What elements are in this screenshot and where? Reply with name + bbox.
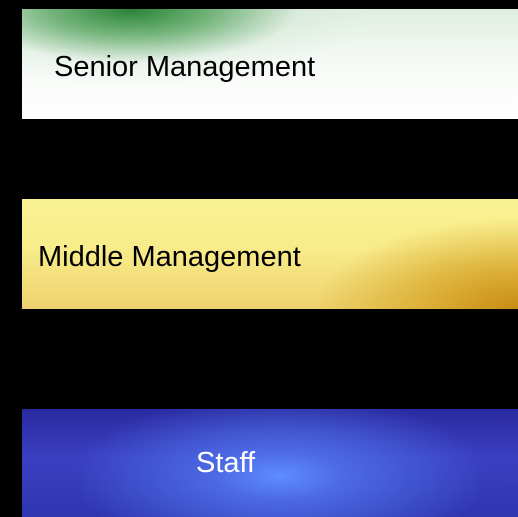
- senior-management-label: Senior Management: [54, 50, 316, 83]
- staff-box: Staff: [22, 409, 518, 517]
- middle-management-label: Middle Management: [38, 240, 301, 273]
- middle-management-box: Middle Management: [22, 199, 518, 309]
- senior-management-box: Senior Management: [22, 9, 518, 119]
- staff-label: Staff: [196, 446, 256, 479]
